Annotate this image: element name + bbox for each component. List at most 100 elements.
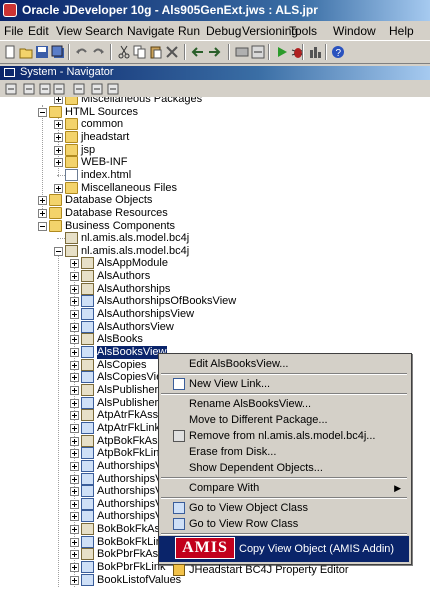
tree-node[interactable]: AlsAuthorshipsOfBooksView bbox=[0, 295, 430, 308]
expand-icon[interactable] bbox=[70, 487, 79, 497]
expand-icon[interactable] bbox=[70, 322, 79, 332]
expand-icon[interactable] bbox=[54, 145, 63, 155]
menu-help[interactable]: Help bbox=[389, 24, 414, 38]
new-icon[interactable] bbox=[3, 45, 17, 59]
collapse-icon[interactable] bbox=[54, 246, 63, 256]
menu-item-remove-from-nlamisalsmodelbc4j[interactable]: Remove from nl.amis.als.model.bc4j... bbox=[159, 428, 409, 444]
tree-node[interactable]: AlsAppModule bbox=[0, 257, 430, 270]
tree-node[interactable]: nl.amis.als.model.bc4j bbox=[0, 244, 430, 258]
menu-item-erase-from-disk[interactable]: Erase from Disk... bbox=[159, 444, 409, 460]
tree-node[interactable]: WEB-INF bbox=[0, 156, 430, 169]
expand-icon[interactable] bbox=[70, 525, 79, 535]
tree-node[interactable]: Business Components bbox=[0, 219, 430, 233]
nav-sort-icon[interactable] bbox=[72, 82, 86, 96]
tree-node[interactable]: Miscellaneous Packages bbox=[0, 97, 430, 106]
expand-icon[interactable] bbox=[38, 208, 47, 218]
tree-node[interactable]: AlsBooks bbox=[0, 333, 430, 346]
menu-navigate[interactable]: Navigate bbox=[127, 24, 174, 38]
tree-node[interactable]: AlsAuthorsView bbox=[0, 320, 430, 334]
menu-run[interactable]: Run bbox=[178, 24, 200, 38]
paste-icon[interactable] bbox=[149, 45, 163, 59]
copy-icon[interactable] bbox=[133, 45, 147, 59]
tree-node[interactable]: HTML Sources bbox=[0, 105, 430, 119]
nav-options-icon[interactable] bbox=[106, 82, 120, 96]
menu-debug[interactable]: Debug bbox=[206, 24, 241, 38]
tree-node[interactable]: Miscellaneous Files bbox=[0, 181, 430, 195]
collapse-icon[interactable] bbox=[38, 221, 47, 231]
expand-icon[interactable] bbox=[70, 360, 79, 370]
expand-icon[interactable] bbox=[38, 196, 47, 206]
expand-icon[interactable] bbox=[70, 575, 79, 585]
redo-icon[interactable] bbox=[91, 45, 105, 59]
save-icon[interactable] bbox=[35, 45, 49, 59]
menu-item-jheadstart-bc4j-property-editor[interactable]: JHeadstart BC4J Property Editor bbox=[159, 562, 409, 578]
rebuild-icon[interactable] bbox=[251, 45, 265, 59]
run-icon[interactable] bbox=[275, 45, 289, 59]
expand-icon[interactable] bbox=[70, 284, 79, 294]
expand-icon[interactable] bbox=[54, 97, 63, 104]
nav-filter-icon[interactable] bbox=[52, 82, 66, 96]
expand-icon[interactable] bbox=[70, 259, 79, 269]
nav-remove-icon[interactable] bbox=[22, 82, 36, 96]
menu-search[interactable]: Search bbox=[85, 24, 123, 38]
tree-node[interactable]: jheadstart bbox=[0, 130, 430, 144]
nav-view-icon[interactable] bbox=[90, 82, 104, 96]
tree-node[interactable]: AlsAuthorshipsView bbox=[0, 308, 430, 321]
expand-icon[interactable] bbox=[70, 373, 79, 383]
expand-icon[interactable] bbox=[70, 310, 79, 320]
menu-item-show-dependent-objects[interactable]: Show Dependent Objects... bbox=[159, 460, 409, 476]
menu-item-go-to-view-object-class[interactable]: Go to View Object Class bbox=[159, 500, 409, 516]
tree-node[interactable]: jsp bbox=[0, 143, 430, 157]
expand-icon[interactable] bbox=[70, 297, 79, 307]
tree-node[interactable]: Database Resources bbox=[0, 206, 430, 220]
menu-edit[interactable]: Edit bbox=[28, 24, 49, 38]
tree-node[interactable]: common bbox=[0, 118, 430, 131]
expand-icon[interactable] bbox=[54, 132, 63, 142]
forward-icon[interactable] bbox=[207, 45, 221, 59]
expand-icon[interactable] bbox=[70, 348, 79, 357]
expand-icon[interactable] bbox=[70, 411, 79, 421]
menu-item-compare-with[interactable]: Compare With ▶ bbox=[159, 480, 409, 496]
tree-node[interactable]: Database Objects bbox=[0, 194, 430, 207]
menu-view[interactable]: View bbox=[56, 24, 82, 38]
menu-file[interactable]: File bbox=[4, 24, 23, 38]
expand-icon[interactable] bbox=[70, 499, 79, 509]
expand-icon[interactable] bbox=[70, 474, 79, 484]
expand-icon[interactable] bbox=[54, 183, 63, 193]
menu-item-edit-alsbooksview[interactable]: Edit AlsBooksView... bbox=[159, 356, 409, 372]
tree-node[interactable]: AlsAuthorships bbox=[0, 282, 430, 296]
expand-icon[interactable] bbox=[70, 423, 79, 433]
expand-icon[interactable] bbox=[70, 537, 79, 547]
expand-icon[interactable] bbox=[70, 272, 79, 282]
open-icon[interactable] bbox=[19, 45, 33, 59]
expand-icon[interactable] bbox=[70, 436, 79, 446]
expand-icon[interactable] bbox=[70, 449, 79, 459]
cut-icon[interactable] bbox=[117, 45, 131, 59]
menu-item-go-to-view-row-class[interactable]: Go to View Row Class bbox=[159, 516, 409, 532]
tree-node[interactable]: index.html bbox=[0, 168, 430, 182]
expand-icon[interactable] bbox=[70, 461, 79, 471]
menu-item-new-view-link[interactable]: New View Link... bbox=[159, 376, 409, 392]
expand-icon[interactable] bbox=[54, 120, 63, 130]
tree-node[interactable]: nl.amis.als.model.bc4j bbox=[0, 232, 430, 245]
collapse-icon[interactable] bbox=[38, 107, 47, 117]
expand-icon[interactable] bbox=[70, 335, 79, 345]
expand-icon[interactable] bbox=[54, 158, 63, 168]
expand-icon[interactable] bbox=[70, 550, 79, 560]
undo-icon[interactable] bbox=[75, 45, 89, 59]
nav-props-icon[interactable] bbox=[38, 82, 52, 96]
menu-tools[interactable]: Tools bbox=[289, 24, 317, 38]
nav-add-icon[interactable] bbox=[4, 82, 18, 96]
expand-icon[interactable] bbox=[70, 512, 79, 522]
expand-icon[interactable] bbox=[70, 563, 79, 573]
menu-item-rename-alsbooksview[interactable]: Rename AlsBooksView... bbox=[159, 396, 409, 412]
save-all-icon[interactable] bbox=[51, 45, 65, 59]
expand-icon[interactable] bbox=[70, 398, 79, 408]
back-icon[interactable] bbox=[191, 45, 205, 59]
menu-window[interactable]: Window bbox=[333, 24, 376, 38]
help-icon[interactable]: ? bbox=[331, 45, 345, 59]
tree-node[interactable]: AlsAuthors bbox=[0, 270, 430, 283]
menu-item-copy-view-object-amis-addin[interactable]: AMIS Copy View Object (AMIS Addin) bbox=[159, 536, 409, 562]
expand-icon[interactable] bbox=[70, 385, 79, 395]
delete-icon[interactable] bbox=[165, 45, 179, 59]
